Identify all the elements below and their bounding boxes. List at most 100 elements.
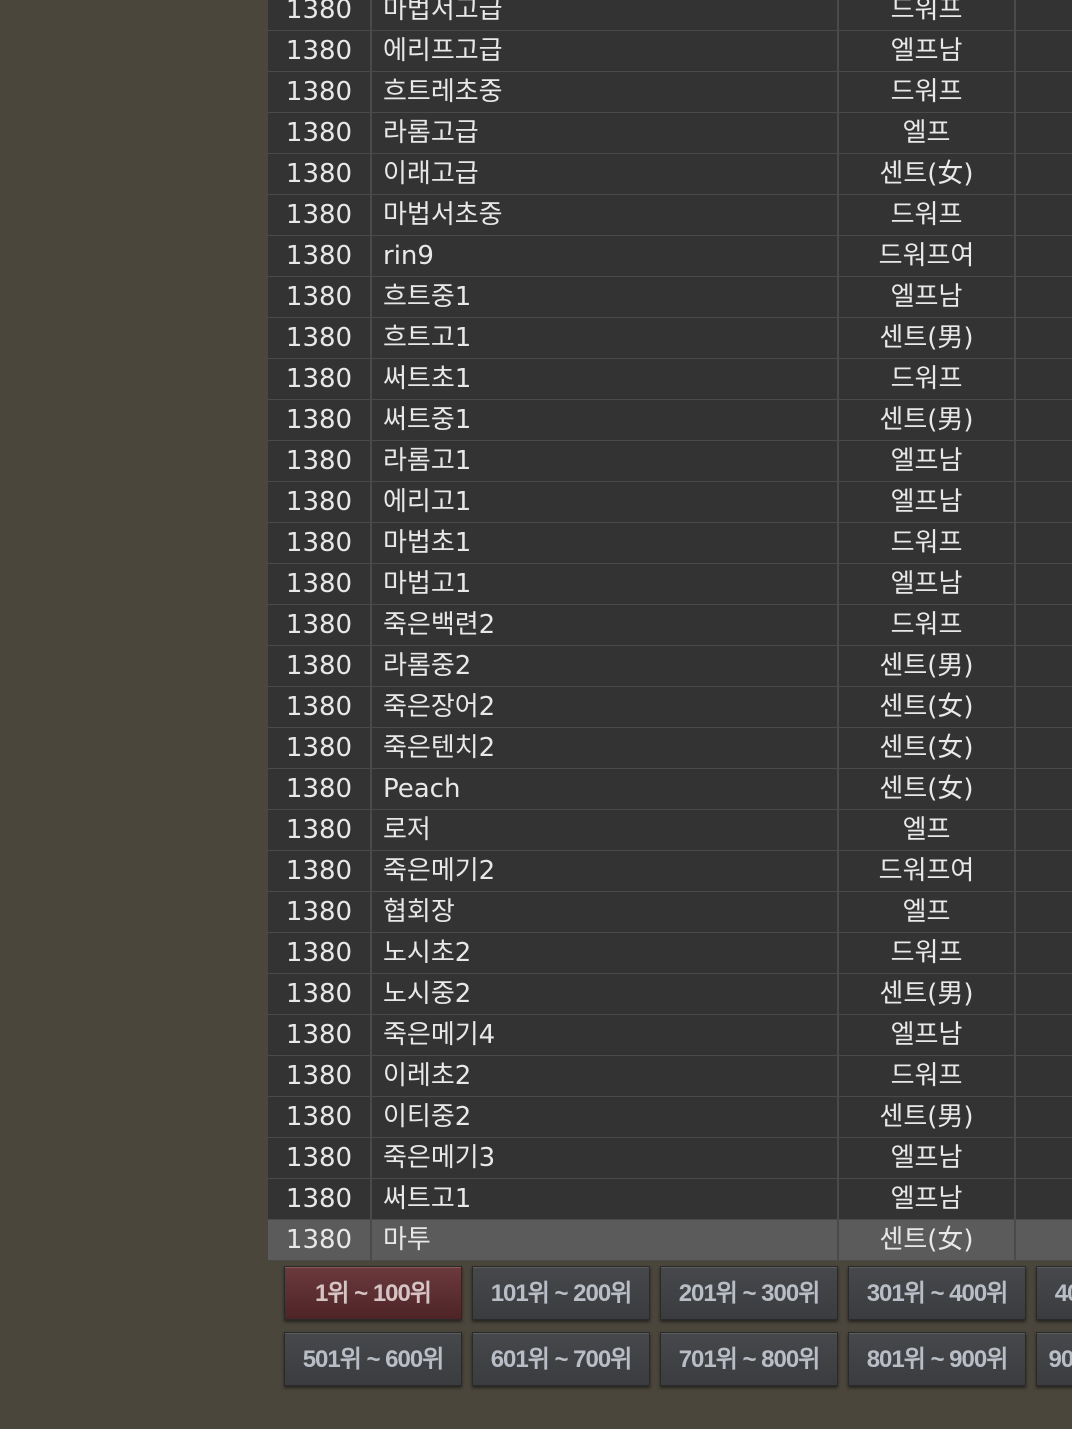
page-button-1-100[interactable]: 1위 ~ 100위 [284,1266,462,1320]
table-row[interactable]: 1380 로저 엘프 [268,810,1072,851]
extra-cell [1016,810,1072,850]
table-row[interactable]: 1380 죽은메기4 엘프남 [268,1015,1072,1056]
table-row[interactable]: 1380 에리프고급 엘프남 [268,31,1072,72]
ranking-screen: 1380 마법서고급 드워프 1380 에리프고급 엘프남 1380 흐트레초중 드워프 1380… [0,0,1072,1429]
table-row[interactable]: 1380 이래고급 센트(女) [268,154,1072,195]
race-cell: 드워프 [839,933,1016,973]
name-cell: 라롬중2 [372,646,839,686]
table-row[interactable]: 1380 마법서초중 드워프 [268,195,1072,236]
table-row[interactable]: 1380 마법고1 엘프남 [268,564,1072,605]
race-cell: 엘프남 [839,1179,1016,1219]
page-button-601-700[interactable]: 601위 ~ 700위 [472,1332,650,1386]
race-cell: 드워프 [839,523,1016,563]
race-cell: 센트(男) [839,974,1016,1014]
name-cell: 로저 [372,810,839,850]
level-cell: 1380 [268,810,372,850]
race-cell: 드워프여 [839,851,1016,891]
table-row[interactable]: 1380 마법서고급 드워프 [268,0,1072,31]
name-cell: 마법고1 [372,564,839,604]
name-cell: 죽은메기3 [372,1138,839,1178]
level-cell: 1380 [268,1179,372,1219]
race-cell: 센트(女) [839,1220,1016,1260]
table-row[interactable]: 1380 라롬고1 엘프남 [268,441,1072,482]
race-cell: 드워프여 [839,236,1016,276]
table-row[interactable]: 1380 이티중2 센트(男) [268,1097,1072,1138]
name-cell: 마법초1 [372,523,839,563]
extra-cell [1016,728,1072,768]
race-cell: 엘프남 [839,441,1016,481]
level-cell: 1380 [268,154,372,194]
table-row[interactable]: 1380 노시중2 센트(男) [268,974,1072,1015]
ranking-table: 1380 마법서고급 드워프 1380 에리프고급 엘프남 1380 흐트레초중 드워프 1380… [268,0,1072,1261]
extra-cell [1016,441,1072,481]
name-cell: 써트초1 [372,359,839,399]
level-cell: 1380 [268,1015,372,1055]
race-cell: 드워프 [839,72,1016,112]
race-cell: 엘프 [839,113,1016,153]
name-cell: 흐트중1 [372,277,839,317]
page-button-501-600[interactable]: 501위 ~ 600위 [284,1332,462,1386]
level-cell: 1380 [268,359,372,399]
table-row[interactable]: 1380 죽은백련2 드워프 [268,605,1072,646]
table-row[interactable]: 1380 에리고1 엘프남 [268,482,1072,523]
race-cell: 엘프남 [839,564,1016,604]
extra-cell [1016,359,1072,399]
table-row[interactable]: 1380 죽은메기3 엘프남 [268,1138,1072,1179]
level-cell: 1380 [268,277,372,317]
table-row[interactable]: 1380 죽은메기2 드워프여 [268,851,1072,892]
table-row[interactable]: 1380 흐트레초중 드워프 [268,72,1072,113]
level-cell: 1380 [268,974,372,1014]
page-button-301-400[interactable]: 301위 ~ 400위 [848,1266,1026,1320]
table-row[interactable]: 1380 흐트중1 엘프남 [268,277,1072,318]
table-row[interactable]: 1380 써트고1 엘프남 [268,1179,1072,1220]
race-cell: 드워프 [839,195,1016,235]
extra-cell [1016,974,1072,1014]
table-row[interactable]: 1380 Peach 센트(女) [268,769,1072,810]
page-button-901-1000[interactable]: 901위 ~ 1000위 [1036,1332,1072,1386]
table-row[interactable]: 1380 죽은텐치2 센트(女) [268,728,1072,769]
level-cell: 1380 [268,1138,372,1178]
extra-cell [1016,277,1072,317]
page-button-701-800[interactable]: 701위 ~ 800위 [660,1332,838,1386]
page-button-401-500[interactable]: 401위 ~ 500위 [1036,1266,1072,1320]
table-row[interactable]: 1380 써트중1 센트(男) [268,400,1072,441]
extra-cell [1016,1015,1072,1055]
table-row[interactable]: 1380 죽은장어2 센트(女) [268,687,1072,728]
name-cell: 마법서초중 [372,195,839,235]
name-cell: 흐트고1 [372,318,839,358]
extra-cell [1016,1138,1072,1178]
name-cell: 이티중2 [372,1097,839,1137]
table-row[interactable]: 1380 협회장 엘프 [268,892,1072,933]
extra-cell [1016,31,1072,71]
table-row[interactable]: 1380 써트초1 드워프 [268,359,1072,400]
name-cell: 써트고1 [372,1179,839,1219]
extra-cell [1016,1097,1072,1137]
level-cell: 1380 [268,441,372,481]
race-cell: 엘프남 [839,1138,1016,1178]
level-cell: 1380 [268,236,372,276]
race-cell: 센트(女) [839,687,1016,727]
table-row[interactable]: 1380 rin9 드워프여 [268,236,1072,277]
table-row[interactable]: 1380 라롬중2 센트(男) [268,646,1072,687]
table-row[interactable]: 1380 마법초1 드워프 [268,523,1072,564]
name-cell: 죽은백련2 [372,605,839,645]
page-button-801-900[interactable]: 801위 ~ 900위 [848,1332,1026,1386]
table-row[interactable]: 1380 라롬고급 엘프 [268,113,1072,154]
race-cell: 드워프 [839,1056,1016,1096]
extra-cell [1016,154,1072,194]
table-row[interactable]: 1380 이레초2 드워프 [268,1056,1072,1097]
table-row[interactable]: 1380 흐트고1 센트(男) [268,318,1072,359]
level-cell: 1380 [268,933,372,973]
race-cell: 센트(男) [839,318,1016,358]
race-cell: 센트(女) [839,154,1016,194]
page-button-101-200[interactable]: 101위 ~ 200위 [472,1266,650,1320]
level-cell: 1380 [268,0,372,30]
page-button-201-300[interactable]: 201위 ~ 300위 [660,1266,838,1320]
race-cell: 센트(男) [839,400,1016,440]
race-cell: 엘프 [839,810,1016,850]
extra-cell [1016,72,1072,112]
name-cell: 라롬고급 [372,113,839,153]
table-row[interactable]: 1380 마투 센트(女) [268,1220,1072,1261]
table-row[interactable]: 1380 노시초2 드워프 [268,933,1072,974]
level-cell: 1380 [268,400,372,440]
